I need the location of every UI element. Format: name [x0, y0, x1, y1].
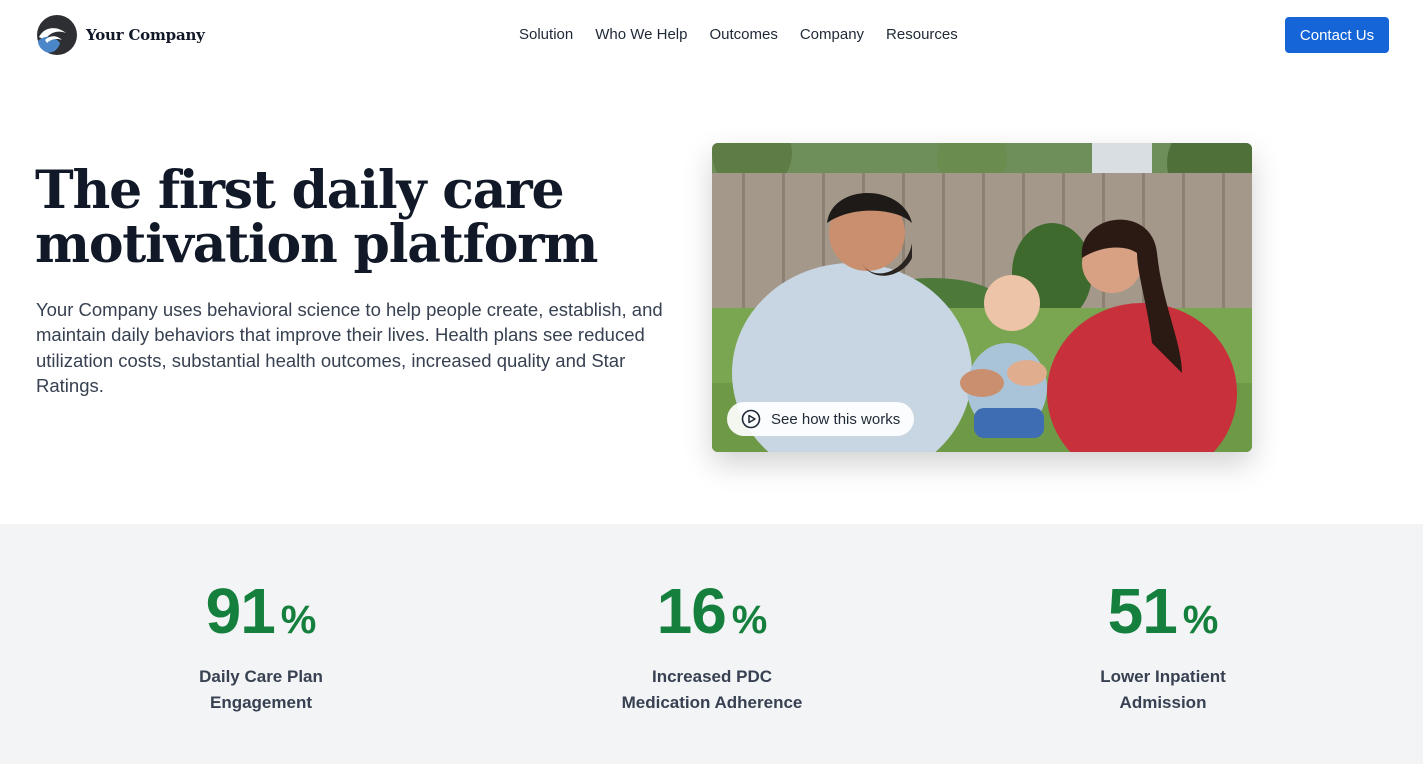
- video-cta-label: See how this works: [771, 410, 901, 428]
- stats-section: 91 % Daily Care Plan Engagement 16 % Inc…: [0, 524, 1423, 764]
- stat-number: 51 %: [1013, 574, 1313, 648]
- stat-value: 91: [205, 575, 276, 647]
- hero-description: Your Company uses behavioral science to …: [36, 299, 663, 396]
- stat-unit: %: [280, 598, 317, 642]
- site-header: Your Company Solution Who We Help Outcom…: [0, 0, 1423, 70]
- nav-item-resources[interactable]: Resources: [875, 25, 969, 45]
- stat-label-line-1: Daily Care Plan: [199, 667, 323, 686]
- contact-us-button[interactable]: Contact Us: [1285, 17, 1389, 53]
- brand-name: Your Company: [86, 26, 205, 44]
- hero-video-thumbnail[interactable]: See how this works: [712, 143, 1252, 452]
- hero-title-line-2: motivation platform: [35, 214, 598, 275]
- nav-item-solution[interactable]: Solution: [508, 25, 584, 45]
- stat-label-line-2: Medication Adherence: [621, 693, 803, 712]
- stat-number: 91 %: [111, 574, 411, 648]
- stat-card-engagement: 91 % Daily Care Plan Engagement: [111, 574, 411, 716]
- nav-item-outcomes[interactable]: Outcomes: [698, 25, 788, 45]
- stat-label-line-2: Admission: [1119, 693, 1207, 712]
- swoosh-logo-icon: [37, 15, 77, 55]
- stat-unit: %: [731, 598, 768, 642]
- stat-label-line-1: Lower Inpatient: [1100, 667, 1226, 686]
- stat-label: Lower Inpatient Admission: [1013, 664, 1313, 716]
- hero-title: The first daily care motivation platform: [35, 164, 675, 272]
- stat-unit: %: [1182, 598, 1219, 642]
- nav-item-company[interactable]: Company: [789, 25, 875, 45]
- brand-logo[interactable]: Your Company: [36, 13, 205, 57]
- main-nav: Solution Who We Help Outcomes Company Re…: [508, 25, 969, 45]
- play-circle-icon: [741, 409, 761, 429]
- stat-value: 51: [1107, 575, 1178, 647]
- hero-title-line-1: The first daily care: [35, 160, 565, 221]
- stat-number: 16 %: [562, 574, 862, 648]
- stat-card-adherence: 16 % Increased PDC Medication Adherence: [562, 574, 862, 716]
- see-how-it-works-button[interactable]: See how this works: [727, 402, 915, 436]
- stat-card-admission: 51 % Lower Inpatient Admission: [1013, 574, 1313, 716]
- stat-label-line-2: Engagement: [209, 693, 313, 712]
- stat-label: Increased PDC Medication Adherence: [562, 664, 862, 716]
- stat-label-line-1: Increased PDC: [652, 667, 772, 686]
- stat-value: 16: [656, 575, 727, 647]
- nav-item-who-we-help[interactable]: Who We Help: [584, 25, 698, 45]
- stat-label: Daily Care Plan Engagement: [111, 664, 411, 716]
